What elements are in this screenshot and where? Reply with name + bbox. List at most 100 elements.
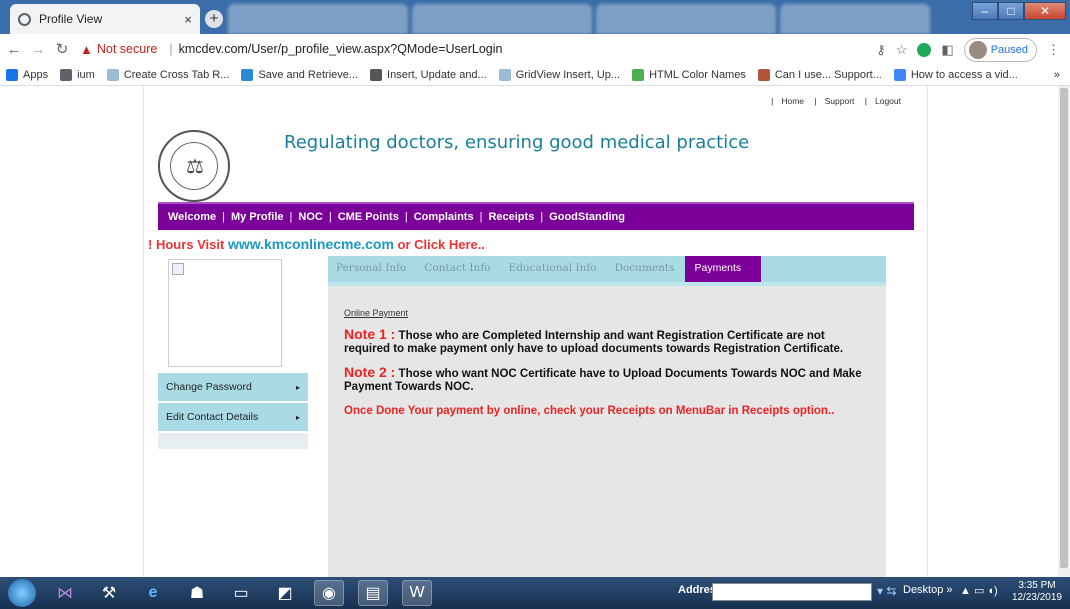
profile-tabs: Personal Info Contact Info Educational Inf… (328, 256, 886, 286)
change-password-link[interactable]: Change Password ▸ (158, 373, 308, 403)
logout-link[interactable]: Logout (875, 96, 901, 106)
bookmarks-overflow-icon[interactable]: » (1054, 69, 1060, 81)
back-icon[interactable]: ← (4, 41, 24, 58)
start-button[interactable] (8, 579, 36, 607)
key-icon[interactable]: ⚷ (876, 42, 886, 58)
kmc-page: | Home | Support | Logout ⚖ Regulating doct… (143, 86, 928, 577)
word-icon[interactable]: W (402, 580, 432, 606)
broken-image-icon (172, 263, 184, 275)
chevron-right-icon: ▸ (295, 412, 300, 422)
star-icon[interactable]: ☆ (896, 42, 908, 58)
visual-studio-icon[interactable]: ⋈ (50, 580, 80, 606)
support-link[interactable]: Support (825, 96, 855, 106)
maximize-button[interactable]: □ (998, 2, 1024, 20)
bookmark-item[interactable]: Apps (6, 68, 48, 81)
users-icon[interactable]: ☗ (182, 580, 212, 606)
tab-documents[interactable]: Documents (607, 256, 685, 282)
tools-icon[interactable]: ⚒ (94, 580, 124, 606)
note-2: Note 2 : Those who want NOC Certificate … (344, 364, 862, 393)
menu-item-receipts[interactable]: Receipts (488, 211, 534, 223)
reload-icon[interactable]: ↻ (52, 40, 72, 58)
tab-profile-view[interactable]: Profile View × (10, 4, 200, 34)
menu-separator: | (540, 211, 544, 223)
tab-background-2[interactable] (412, 4, 592, 34)
bookmark-item[interactable]: How to access a vid... (893, 68, 1018, 81)
app-icon[interactable]: ◩ (270, 580, 300, 606)
bookmark-item[interactable]: GridView Insert, Up... (498, 68, 620, 81)
close-window-button[interactable]: ✕ (1024, 2, 1066, 20)
tab-title: Profile View (39, 12, 103, 26)
main-menu-bar: Welcome | My Profile | NOC | CME Points | Compla… (158, 202, 914, 230)
bookmark-item[interactable]: Create Cross Tab R... (106, 68, 229, 81)
tab-educational-info[interactable]: Educational Info (501, 256, 607, 282)
top-links: | Home | Support | Logout (771, 96, 901, 106)
address-input[interactable] (712, 583, 872, 601)
forward-icon[interactable]: → (28, 41, 48, 58)
menu-item-my-profile[interactable]: My Profile (231, 211, 284, 223)
bookmarks-bar: Apps ium Create Cross Tab R... Save and Ret… (0, 64, 1070, 86)
address-bar-row: ← → ↻ ▲ Not secure | kmcdev.com/User/p_p… (0, 34, 1070, 64)
menu-separator: | (289, 211, 293, 223)
menu-item-welcome[interactable]: Welcome (168, 211, 216, 223)
file-explorer-icon[interactable]: ▤ (358, 580, 388, 606)
payments-panel: Online Payment Note 1 : Those who are Co… (328, 286, 886, 577)
online-payment-link[interactable]: Online Payment (344, 308, 870, 318)
cme-site-link[interactable]: www.kmconlinecme.com (228, 236, 394, 252)
chevron-right-icon: ▸ (295, 382, 300, 392)
bookmark-item[interactable]: Save and Retrieve... (241, 68, 358, 81)
page-icon (106, 68, 119, 81)
extension-icon[interactable] (917, 43, 932, 57)
apps-grid-icon (6, 68, 18, 81)
page-scrollbar[interactable] (1058, 86, 1070, 577)
caniuse-icon (757, 68, 770, 81)
side-menu-footer (158, 433, 308, 449)
side-menu: Change Password ▸ Edit Contact Details ▸ (158, 373, 308, 449)
tab-background-3[interactable] (596, 4, 776, 34)
not-secure-label: Not secure (96, 42, 158, 56)
home-link[interactable]: Home (781, 96, 804, 106)
menu-item-cme-points[interactable]: CME Points (338, 211, 399, 223)
profile-button[interactable]: Paused (963, 38, 1037, 62)
clock[interactable]: 3:35 PM 12/23/2019 (1012, 580, 1062, 604)
profile-photo (168, 259, 282, 367)
go-icon[interactable]: ▾ ⇆ (877, 584, 896, 598)
globe-icon (60, 68, 73, 81)
bookmark-item[interactable]: Can I use... Support... (757, 68, 882, 81)
bookmark-item[interactable]: HTML Color Names (632, 68, 746, 81)
tab-personal-info[interactable]: Personal Info (328, 256, 416, 282)
extension-2-icon[interactable]: ◧ (941, 42, 953, 58)
menu-item-goodstanding[interactable]: GoodStanding (549, 211, 625, 223)
menu-item-noc[interactable]: NOC (298, 211, 322, 223)
omnibox-actions: ⚷ ☆ ◧ Paused ⋮ (876, 38, 1060, 62)
close-icon[interactable]: × (184, 12, 192, 27)
tab-background-1[interactable] (228, 4, 408, 34)
note-1: Note 1 : Those who are Completed Interns… (344, 326, 844, 355)
new-tab-button[interactable]: + (205, 10, 223, 28)
desktop-toolbar[interactable]: Desktop » (903, 584, 953, 596)
menu-item-complaints[interactable]: Complaints (414, 211, 474, 223)
chrome-icon[interactable]: ◉ (314, 580, 344, 606)
menu-kebab-icon[interactable]: ⋮ (1047, 42, 1060, 58)
page-viewport: | Home | Support | Logout ⚖ Regulating doct… (0, 86, 1070, 577)
menu-separator: | (328, 211, 332, 223)
tab-background-4[interactable] (780, 4, 930, 34)
edit-contact-details-link[interactable]: Edit Contact Details ▸ (158, 403, 308, 433)
system-tray[interactable]: ▲ ▭ ◖) (960, 584, 998, 597)
cme-marquee[interactable]: ! Hours Visit www.kmconlinecme.com or Cl… (148, 236, 485, 252)
link-icon (370, 68, 383, 81)
bookmark-item[interactable]: ium (60, 68, 95, 81)
menu-separator: | (479, 211, 483, 223)
site-tagline: Regulating doctors, ensuring good medica… (284, 132, 750, 153)
browser-tab-strip: Profile View × + – □ ✕ (0, 0, 1070, 34)
google-icon (893, 68, 906, 81)
url-text[interactable]: kmcdev.com/User/p_profile_view.aspx?QMod… (179, 42, 503, 56)
windows-taskbar: ⋈ ⚒ e ☗ ▭ ◩ ◉ ▤ W Address ▾ ⇆ Desktop » … (0, 577, 1070, 609)
internet-explorer-icon[interactable]: e (138, 580, 168, 606)
council-seal-logo: ⚖ (158, 130, 230, 202)
bookmark-item[interactable]: Insert, Update and... (370, 68, 487, 81)
command-prompt-icon[interactable]: ▭ (226, 580, 256, 606)
tab-payments[interactable]: Payments (684, 256, 762, 282)
omnibox[interactable]: ▲ Not secure | kmcdev.com/User/p_profile… (80, 36, 502, 62)
tab-contact-info[interactable]: Contact Info (416, 256, 500, 282)
minimize-button[interactable]: – (972, 2, 998, 20)
